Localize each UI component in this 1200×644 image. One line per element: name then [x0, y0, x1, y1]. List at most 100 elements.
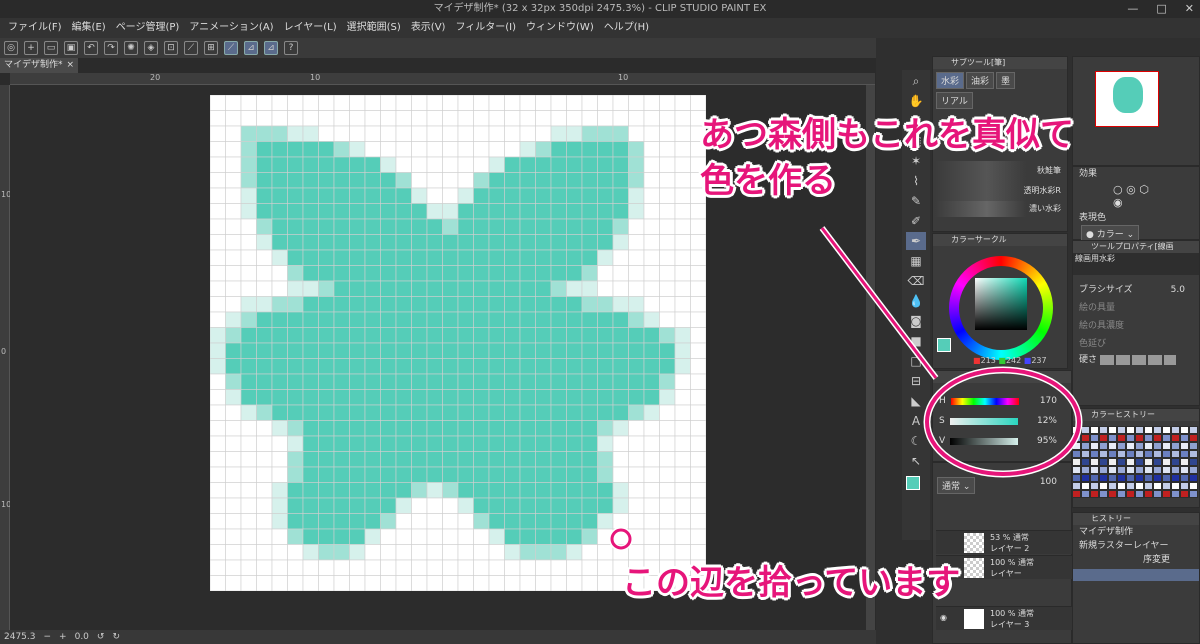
pixel-cell[interactable] — [210, 125, 226, 142]
pixel-cell[interactable] — [535, 358, 552, 375]
pixel-cell[interactable] — [659, 156, 676, 173]
pixel-cell[interactable] — [566, 482, 583, 499]
pixel-cell[interactable] — [442, 404, 459, 421]
pixel-cell[interactable] — [504, 544, 521, 561]
pixel-cell[interactable] — [411, 389, 428, 406]
pixel-cell[interactable] — [380, 451, 397, 468]
pixel-cell[interactable] — [628, 358, 645, 375]
pixel-cell[interactable] — [504, 482, 521, 499]
pixel-cell[interactable] — [519, 327, 536, 344]
pixel-cell[interactable] — [380, 497, 397, 514]
pixel-cell[interactable] — [643, 218, 660, 235]
pixel-cell[interactable] — [256, 482, 273, 499]
pixel-cell[interactable] — [240, 404, 257, 421]
pixel-cell[interactable] — [210, 218, 226, 235]
color-history-swatch[interactable] — [1126, 482, 1135, 490]
pixel-cell[interactable] — [581, 528, 598, 545]
pixel-cell[interactable] — [225, 389, 242, 406]
color-history-swatch[interactable] — [1171, 442, 1180, 450]
pixel-cell[interactable] — [473, 451, 490, 468]
pixel-cell[interactable] — [628, 451, 645, 468]
pixel-cell[interactable] — [287, 311, 304, 328]
pixel-cell[interactable] — [473, 125, 490, 142]
pixel-cell[interactable] — [457, 466, 474, 483]
pixel-cell[interactable] — [240, 327, 257, 344]
pixel-cell[interactable] — [550, 280, 567, 297]
pixel-cell[interactable] — [659, 373, 676, 390]
pixel-cell[interactable] — [488, 497, 505, 514]
pixel-cell[interactable] — [271, 482, 288, 499]
pixel-cell[interactable] — [473, 265, 490, 282]
pixel-cell[interactable] — [690, 296, 707, 313]
pixel-cell[interactable] — [643, 280, 660, 297]
pixel-cell[interactable] — [349, 559, 366, 576]
pixel-cell[interactable] — [612, 234, 629, 251]
color-history-swatch[interactable] — [1180, 442, 1189, 450]
pixel-cell[interactable] — [426, 327, 443, 344]
pixel-cell[interactable] — [349, 358, 366, 375]
pixel-cell[interactable] — [442, 466, 459, 483]
menu-filter[interactable]: フィルター(I) — [455, 18, 516, 38]
pixel-cell[interactable] — [349, 482, 366, 499]
pixel-cell[interactable] — [535, 466, 552, 483]
pixel-cell[interactable] — [581, 265, 598, 282]
pixel-cell[interactable] — [426, 528, 443, 545]
pixel-cell[interactable] — [225, 203, 242, 220]
pixel-cell[interactable] — [535, 451, 552, 468]
pixel-cell[interactable] — [318, 172, 335, 189]
pixel-cell[interactable] — [643, 203, 660, 220]
pixel-cell[interactable] — [519, 172, 536, 189]
pixel-cell[interactable] — [659, 528, 676, 545]
color-history-swatch[interactable] — [1072, 466, 1081, 474]
pixel-cell[interactable] — [411, 513, 428, 530]
pixel-cell[interactable] — [504, 497, 521, 514]
pixel-cell[interactable] — [364, 404, 381, 421]
pixel-cell[interactable] — [302, 513, 319, 530]
color-history-swatch[interactable] — [1081, 466, 1090, 474]
pixel-cell[interactable] — [504, 95, 521, 111]
pixel-cell[interactable] — [333, 482, 350, 499]
pixel-cell[interactable] — [488, 358, 505, 375]
pixel-cell[interactable] — [395, 544, 412, 561]
pixel-cell[interactable] — [442, 265, 459, 282]
pixel-cell[interactable] — [488, 389, 505, 406]
pixel-cell[interactable] — [659, 482, 676, 499]
pixel-cell[interactable] — [457, 141, 474, 158]
color-history-swatch[interactable] — [1081, 434, 1090, 442]
pixel-cell[interactable] — [426, 280, 443, 297]
pixel-cell[interactable] — [457, 420, 474, 437]
pixel-cell[interactable] — [333, 265, 350, 282]
pixel-cell[interactable] — [674, 203, 691, 220]
pixel-cell[interactable] — [349, 528, 366, 545]
pixel-cell[interactable] — [256, 342, 273, 359]
layer-opacity-value[interactable]: 100 — [1040, 477, 1057, 494]
pixel-cell[interactable] — [519, 358, 536, 375]
brush-tool-icon[interactable]: ✒ — [906, 232, 926, 250]
pixel-cell[interactable] — [395, 141, 412, 158]
pixel-cell[interactable] — [581, 342, 598, 359]
color-history-swatch[interactable] — [1171, 426, 1180, 434]
pixel-cell[interactable] — [426, 125, 443, 142]
pixel-cell[interactable] — [364, 420, 381, 437]
pixel-cell[interactable] — [426, 187, 443, 204]
pixel-cell[interactable] — [333, 172, 350, 189]
pixel-cell[interactable] — [271, 389, 288, 406]
pixel-cell[interactable] — [256, 528, 273, 545]
pixel-cell[interactable] — [240, 280, 257, 297]
pixel-cell[interactable] — [395, 528, 412, 545]
color-history-swatch[interactable] — [1090, 490, 1099, 498]
pixel-cell[interactable] — [612, 296, 629, 313]
pixel-cell[interactable] — [271, 513, 288, 530]
pixel-cell[interactable] — [318, 327, 335, 344]
color-history-swatch[interactable] — [1072, 434, 1081, 442]
pixel-cell[interactable] — [318, 265, 335, 282]
document-tab-close[interactable]: × — [66, 58, 74, 73]
pixel-cell[interactable] — [271, 342, 288, 359]
pixel-cell[interactable] — [457, 513, 474, 530]
pixel-cell[interactable] — [210, 404, 226, 421]
pixel-cell[interactable] — [318, 156, 335, 173]
pixel-cell[interactable] — [535, 559, 552, 576]
pixel-cell[interactable] — [271, 187, 288, 204]
pixel-cell[interactable] — [612, 358, 629, 375]
color-history-swatch[interactable] — [1180, 450, 1189, 458]
